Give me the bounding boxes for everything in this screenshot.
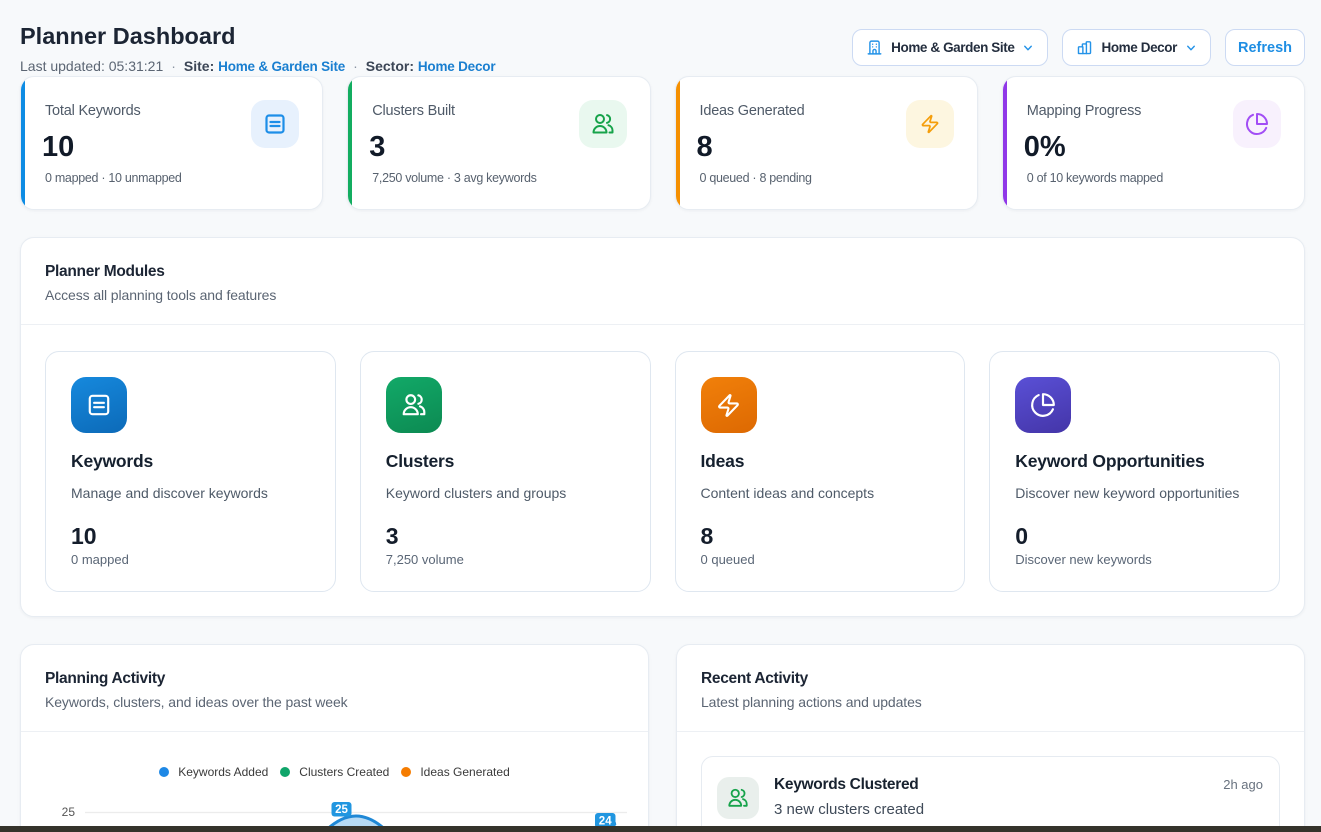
svg-text:25: 25 xyxy=(335,804,348,816)
